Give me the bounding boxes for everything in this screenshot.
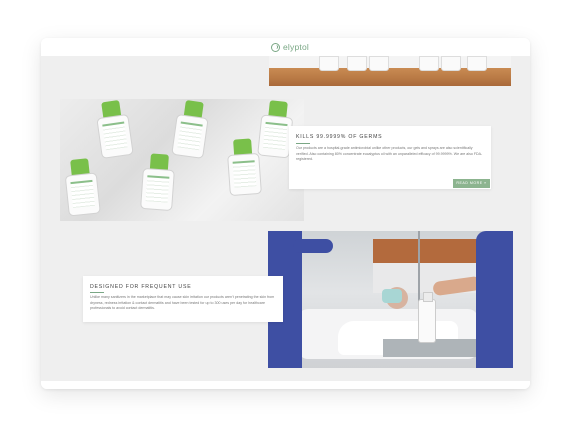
hospital-image: [268, 231, 513, 368]
read-more-button[interactable]: READ MORE »: [453, 179, 490, 188]
title-underline: [90, 292, 104, 293]
page-content: KILLS 99.9999% OF GERMS Our products are…: [41, 56, 530, 381]
bottles-marble-image: [60, 99, 304, 221]
shelf-image: [269, 56, 511, 86]
nurse-arm: [293, 239, 333, 253]
shelf-bottle: [369, 56, 389, 71]
shelf-bottle: [467, 56, 487, 71]
shelf-bottle: [441, 56, 461, 71]
bottle: [63, 157, 101, 217]
window-footer: [41, 381, 530, 389]
elyptol-logo-icon: [271, 42, 280, 52]
bottle: [226, 138, 262, 197]
face-mask: [382, 289, 402, 303]
bottle: [171, 99, 210, 159]
site-logo[interactable]: elyptol: [271, 41, 309, 53]
sanitizer-bottle: [418, 292, 436, 343]
germs-body: Our products are a hospital-grade antimi…: [296, 146, 483, 161]
germs-title: KILLS 99.9999% OF GERMS: [296, 134, 383, 140]
frequent-use-body: Unlike many sanitizers in the marketplac…: [90, 295, 275, 310]
shelf-bottle: [419, 56, 439, 71]
nurse-right: [476, 231, 513, 368]
shelf-bottle: [319, 56, 339, 71]
title-underline: [296, 143, 310, 144]
bottle: [140, 153, 176, 212]
site-header: elyptol: [41, 38, 530, 56]
frequent-use-title: DESIGNED FOR FREQUENT USE: [90, 284, 192, 290]
logo-text: elyptol: [283, 42, 309, 52]
bottle: [94, 99, 134, 159]
frequent-use-card: DESIGNED FOR FREQUENT USE Unlike many sa…: [83, 276, 283, 322]
germs-card: KILLS 99.9999% OF GERMS Our products are…: [289, 126, 491, 189]
browser-window: elyptol KILLS 99.9999% OF GERMS Our prod…: [41, 38, 530, 389]
shelf-bottle: [347, 56, 367, 71]
